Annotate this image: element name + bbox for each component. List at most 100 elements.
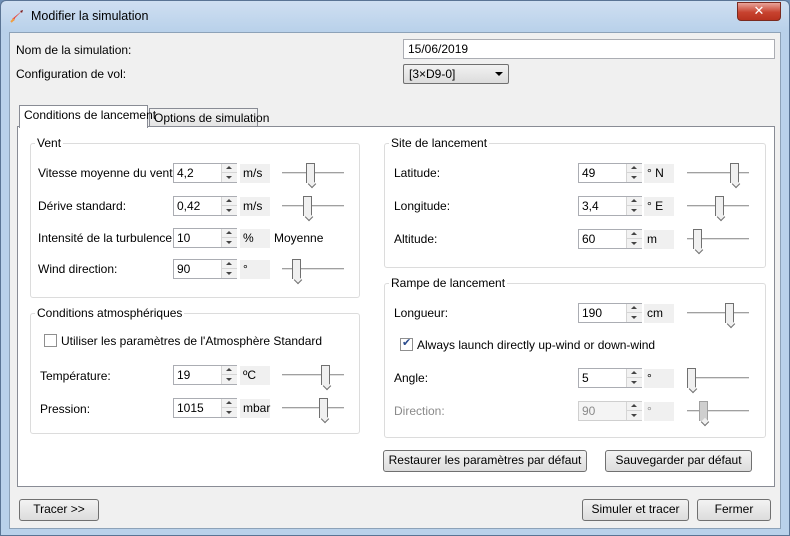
rail-direction-label: Direction: xyxy=(394,404,445,418)
turbulence-label: Intensité de la turbulence: xyxy=(38,231,176,245)
spin-down-icon[interactable] xyxy=(627,206,642,215)
rail-angle-slider[interactable] xyxy=(687,367,749,389)
pressure-unit: mbar xyxy=(240,399,270,418)
spin-up-icon[interactable] xyxy=(627,304,642,313)
spin-down-icon[interactable] xyxy=(222,206,237,215)
pressure-value: 1015 xyxy=(177,401,204,415)
slider-thumb[interactable] xyxy=(303,196,312,216)
spin-down-icon[interactable] xyxy=(222,269,237,278)
spin-up-icon[interactable] xyxy=(627,369,642,378)
slider-thumb[interactable] xyxy=(715,196,724,216)
rail-angle-value: 5 xyxy=(582,371,589,385)
latitude-spinner[interactable]: 49 xyxy=(578,163,642,183)
spin-down-icon[interactable] xyxy=(627,173,642,182)
wind-speed-unit: m/s xyxy=(240,164,270,183)
standard-atmosphere-checkbox[interactable] xyxy=(44,334,57,347)
wind-speed-slider[interactable] xyxy=(282,162,344,184)
spin-up-icon[interactable] xyxy=(627,197,642,206)
updown-wind-checkbox[interactable] xyxy=(400,336,413,351)
atmosphere-group-title: Conditions atmosphériques xyxy=(35,306,185,320)
rocket-icon xyxy=(10,10,23,23)
tab-simulation-options[interactable]: Options de simulation xyxy=(149,108,269,128)
slider-thumb xyxy=(699,401,708,421)
slider-thumb[interactable] xyxy=(725,303,734,323)
launch-site-group-title: Site de lancement xyxy=(389,136,490,150)
temperature-slider[interactable] xyxy=(282,364,344,386)
wind-speed-value: 4,2 xyxy=(177,166,194,180)
slider-thumb[interactable] xyxy=(321,365,330,385)
simulation-name-value: 15/06/2019 xyxy=(408,42,469,56)
simulate-plot-label: Simuler et tracer xyxy=(591,502,680,516)
spin-down-icon[interactable] xyxy=(627,378,642,387)
wind-group-title: Vent xyxy=(35,136,64,150)
rail-length-unit: cm xyxy=(644,304,674,323)
spin-down-icon[interactable] xyxy=(222,238,237,247)
slider-thumb[interactable] xyxy=(693,229,702,249)
close-button[interactable]: Fermer xyxy=(697,499,771,521)
rail-length-spinner[interactable]: 190 xyxy=(578,303,642,323)
spin-down-icon[interactable] xyxy=(627,313,642,322)
wind-deviation-label: Dérive standard: xyxy=(38,199,127,213)
wind-deviation-spinner[interactable]: 0,42 xyxy=(173,196,237,216)
flight-config-value: [3×D9-0] xyxy=(409,67,456,81)
pressure-label: Pression: xyxy=(40,402,91,416)
window-title: Modifier la simulation xyxy=(31,9,149,23)
spin-down-icon[interactable] xyxy=(627,239,642,248)
wind-deviation-slider[interactable] xyxy=(282,195,344,217)
latitude-slider[interactable] xyxy=(687,162,749,184)
wind-speed-spinner[interactable]: 4,2 xyxy=(173,163,237,183)
slider-thumb[interactable] xyxy=(730,163,739,183)
tab-launch-conditions[interactable]: Conditions de lancement xyxy=(19,105,156,128)
spin-down-icon[interactable] xyxy=(222,173,237,182)
wind-speed-label: Vitesse moyenne du vent: xyxy=(38,166,176,180)
spin-up-icon xyxy=(627,402,642,411)
spin-up-icon[interactable] xyxy=(222,197,237,206)
spin-up-icon[interactable] xyxy=(222,229,237,238)
spin-down-icon[interactable] xyxy=(222,408,237,417)
launch-rail-group-title: Rampe de lancement xyxy=(389,276,508,290)
spin-up-icon[interactable] xyxy=(222,260,237,269)
restore-defaults-label: Restaurer les paramètres par défaut xyxy=(388,453,582,467)
slider-thumb[interactable] xyxy=(319,398,328,418)
spin-up-icon[interactable] xyxy=(627,164,642,173)
latitude-unit: ° N xyxy=(644,164,674,183)
standard-atmosphere-label: Utiliser les paramètres de l'Atmosphère … xyxy=(61,334,323,348)
plot-button[interactable]: Tracer >> xyxy=(19,499,99,521)
rail-direction-unit: ° xyxy=(644,402,674,421)
tab-panel: Vent Vitesse moyenne du vent: 4,2 m/s Dé… xyxy=(17,126,775,487)
slider-thumb[interactable] xyxy=(687,368,696,388)
save-defaults-button[interactable]: Sauvegarder par défaut xyxy=(605,450,752,472)
longitude-value: 3,4 xyxy=(582,199,599,213)
simulation-name-input[interactable]: 15/06/2019 xyxy=(403,39,775,59)
slider-thumb[interactable] xyxy=(306,163,315,183)
altitude-slider[interactable] xyxy=(687,228,749,250)
turbulence-value: 10 xyxy=(177,231,191,245)
flight-config-select[interactable]: [3×D9-0] xyxy=(403,64,509,84)
spin-up-icon[interactable] xyxy=(627,230,642,239)
temperature-spinner[interactable]: 19 xyxy=(173,365,237,385)
rail-length-label: Longueur: xyxy=(394,306,449,320)
rail-length-slider[interactable] xyxy=(687,302,749,324)
simulate-plot-button[interactable]: Simuler et tracer xyxy=(582,499,689,521)
longitude-slider[interactable] xyxy=(687,195,749,217)
altitude-spinner[interactable]: 60 xyxy=(578,229,642,249)
turbulence-spinner[interactable]: 10 xyxy=(173,228,237,248)
spin-up-icon[interactable] xyxy=(222,366,237,375)
spin-up-icon[interactable] xyxy=(222,399,237,408)
title-bar[interactable]: Modifier la simulation ✕ xyxy=(1,1,789,31)
longitude-spinner[interactable]: 3,4 xyxy=(578,196,642,216)
close-window-button[interactable]: ✕ xyxy=(737,2,781,21)
save-defaults-label: Sauvegarder par défaut xyxy=(615,453,742,467)
dialog-window: Modifier la simulation ✕ Nom de la simul… xyxy=(0,0,790,536)
spin-up-icon[interactable] xyxy=(222,164,237,173)
spin-down-icon xyxy=(627,411,642,420)
slider-thumb[interactable] xyxy=(292,259,301,279)
pressure-slider[interactable] xyxy=(282,397,344,419)
pressure-spinner[interactable]: 1015 xyxy=(173,398,237,418)
latitude-value: 49 xyxy=(582,166,596,180)
restore-defaults-button[interactable]: Restaurer les paramètres par défaut xyxy=(383,450,587,472)
spin-down-icon[interactable] xyxy=(222,375,237,384)
wind-direction-slider[interactable] xyxy=(282,258,344,280)
wind-direction-spinner[interactable]: 90 xyxy=(173,259,237,279)
rail-angle-spinner[interactable]: 5 xyxy=(578,368,642,388)
